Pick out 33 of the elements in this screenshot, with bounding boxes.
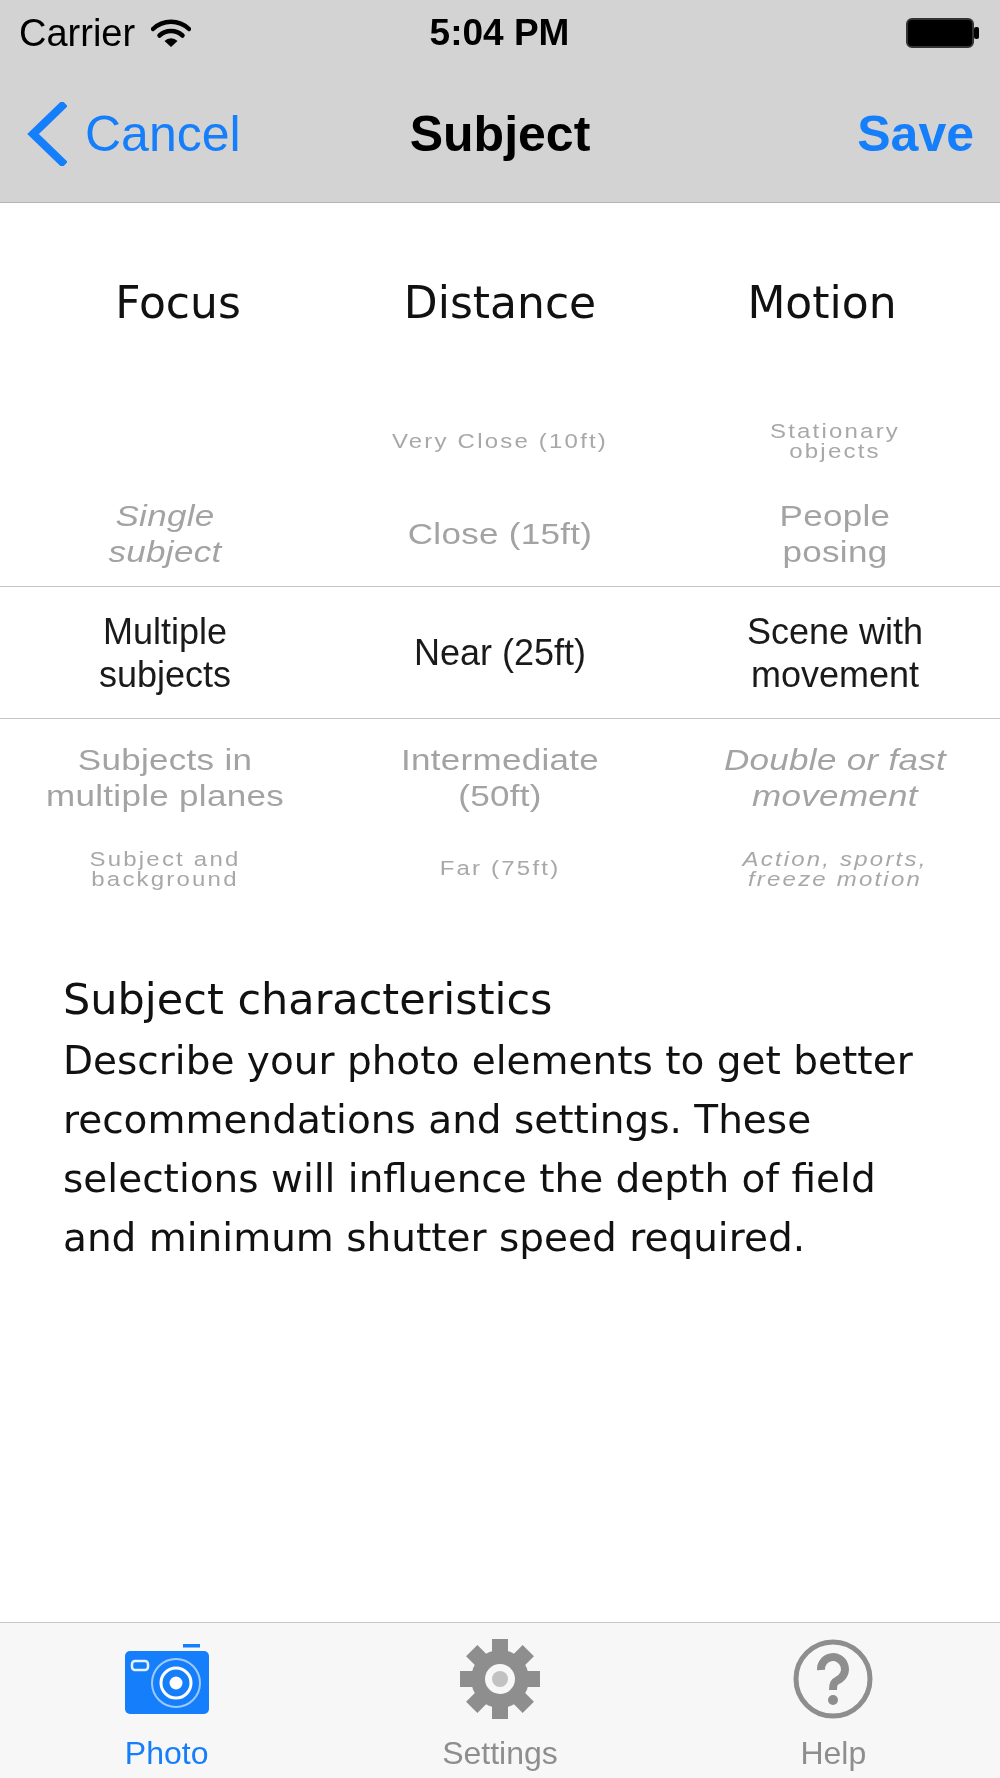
tab-bar-item[interactable]: Photo <box>0 1623 334 1778</box>
picker-option[interactable]: Action, sports, freeze motion <box>742 848 928 889</box>
picker-option[interactable]: Scene with movement <box>746 609 924 696</box>
picker-option[interactable]: Very Close (10ft) <box>391 430 609 452</box>
picker-option[interactable]: Double or fast movement <box>723 741 947 814</box>
tab-bar-item[interactable]: Settings <box>333 1623 667 1778</box>
picker-option[interactable]: Stationary objects <box>769 420 901 462</box>
picker-option[interactable]: Single subject <box>108 497 222 570</box>
clock-time: 5:04 PM <box>429 12 570 54</box>
picker-option[interactable]: Intermediate (50ft) <box>400 741 600 814</box>
picker-option[interactable]: Subjects in multiple planes <box>46 741 284 814</box>
column-header: Focus <box>115 276 241 328</box>
save-button[interactable]: Save <box>857 105 974 163</box>
picker-option[interactable]: Close (15ft) <box>407 515 593 552</box>
screen-title: Subject <box>409 105 591 163</box>
battery-icon <box>906 18 980 48</box>
picker-option[interactable]: Subject and background <box>89 848 241 889</box>
back-chevron-icon <box>26 102 67 166</box>
description-text: Describe your photo elements to get better recommendations and settings. These selections will influence the depth of field and minimum shutter speed required. <box>63 1037 914 1262</box>
help-icon <box>793 1639 874 1719</box>
column-header: Motion <box>747 276 897 328</box>
section-heading: Subject characteristics <box>63 973 554 1025</box>
gear-icon <box>460 1639 540 1719</box>
picker-option[interactable]: People posing <box>779 497 891 570</box>
tab-bar-item[interactable]: Help <box>666 1623 1000 1778</box>
camera-icon <box>124 1644 209 1714</box>
picker-option[interactable]: Far (75ft) <box>439 858 561 879</box>
carrier-label: Carrier <box>19 11 136 55</box>
picker-option[interactable]: Near (25ft) <box>413 631 587 674</box>
wifi-icon <box>151 18 192 48</box>
picker-option[interactable]: Multiple subjects <box>98 609 232 696</box>
cancel-button[interactable]: Cancel <box>26 102 241 166</box>
column-header: Distance <box>403 276 597 328</box>
